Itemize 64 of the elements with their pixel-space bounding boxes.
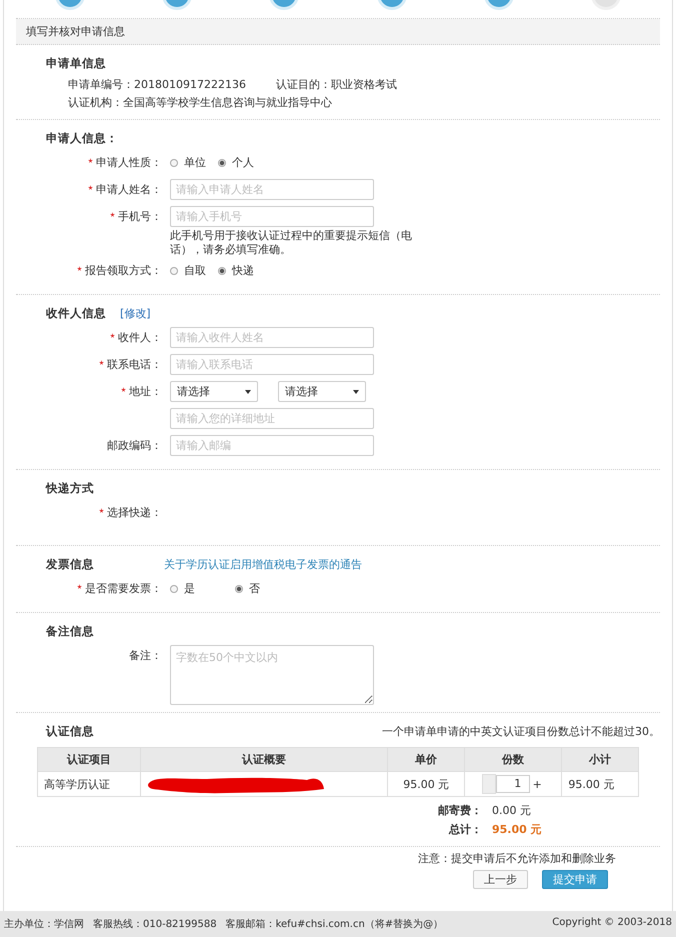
table-cell: 95.00 元 [562, 772, 638, 796]
footer-text: Copyright © 2003-2018 [552, 917, 672, 930]
hint-text: 一个申请单申请的中英文认证项目份数总计不能超过30。 [382, 724, 660, 738]
radio-option[interactable]: 快递 [218, 260, 254, 281]
footer-text: 客服邮箱：kefu#chsi.com.cn（将#替换为@） [226, 918, 444, 931]
column-header: 小计 [562, 748, 638, 772]
table-cell: 高等学历认证 [38, 772, 140, 796]
remarks-field[interactable]: 字数在50个中文以内 [170, 645, 374, 705]
section-heading: 快递方式 [46, 480, 94, 496]
field-label: 申请人姓名： [96, 182, 162, 198]
select-dropdown[interactable]: 请选择 [278, 381, 366, 402]
total-value: 0.00 元 [492, 803, 532, 818]
field-label: 是否需要发票： [85, 581, 162, 597]
total-value: 95.00 元 [492, 822, 543, 837]
radio-option[interactable]: 自取 [170, 260, 206, 281]
decrement-button[interactable] [482, 774, 496, 794]
section-heading: 申请单信息 [46, 56, 106, 70]
radio-option[interactable]: 个人 [218, 152, 254, 173]
table-cell: 95.00 元 [388, 772, 465, 796]
info-text: 认证机构：全国高等学校学生信息咨询与就业指导中心 [68, 95, 332, 111]
help-text: 此手机号用于接收认证过程中的重要提示短信（电话），请务必填写准确。 [170, 229, 413, 257]
select-dropdown[interactable]: 请选择 [170, 381, 258, 402]
column-header: 认证项目 [38, 748, 140, 772]
field-label: 邮政编码： [107, 438, 162, 454]
radio-option[interactable]: 是 [170, 578, 195, 599]
footer-text: 主办单位：学信网 [4, 918, 84, 931]
input-field[interactable]: 请输入申请人姓名 [170, 179, 374, 200]
notice-text: 注意：提交申请后不允许添加和删除业务 [418, 851, 616, 866]
field-label: 选择快递： [107, 505, 162, 521]
section-heading: 备注信息 [46, 624, 94, 638]
info-text: 申请单编号：2018010917222136 [68, 77, 246, 93]
total-label: 总计： [448, 822, 482, 837]
field-label: 备注： [129, 648, 162, 664]
field-label: 手机号： [118, 209, 162, 225]
footer-text: 客服热线：010-82199588 [93, 918, 217, 931]
field-label: 申请人性质： [96, 155, 162, 171]
field-label: 联系电话： [107, 357, 162, 373]
back-button[interactable]: 上一步 [473, 870, 528, 889]
input-field[interactable]: 请输入邮编 [170, 435, 374, 456]
info-text: 认证目的：职业资格考试 [276, 77, 397, 93]
radio-option[interactable]: 否 [235, 578, 260, 599]
caret-icon [353, 390, 359, 394]
notice-link[interactable]: 关于学历认证启用增值税电子发票的通告 [164, 556, 362, 572]
caret-icon [245, 390, 251, 394]
section-heading: 认证信息 [46, 724, 94, 738]
radio-option[interactable]: 单位 [170, 152, 206, 173]
section-heading: 发票信息 [46, 556, 94, 572]
increment-button[interactable]: + [530, 778, 544, 790]
input-field[interactable]: 请输入您的详细地址 [170, 408, 374, 429]
quantity-field[interactable]: 1 [496, 775, 530, 793]
total-label: 邮寄费： [438, 803, 482, 818]
section-heading: 申请人信息： [46, 130, 118, 146]
input-field[interactable]: 请输入手机号 [170, 206, 374, 227]
column-header: 认证概要 [140, 748, 388, 772]
edit-link[interactable]: [修改] [120, 306, 151, 320]
input-field[interactable]: 请输入收件人姓名 [170, 327, 374, 348]
field-label: 报告领取方式： [85, 263, 162, 279]
section-title-bar: 填写并核对申请信息 [16, 19, 660, 45]
column-header: 份数 [464, 748, 562, 772]
field-label: 收件人： [118, 330, 162, 346]
field-label: 地址： [129, 384, 162, 400]
input-field[interactable]: 请输入联系电话 [170, 354, 374, 375]
section-heading: 收件人信息 [46, 306, 106, 320]
column-header: 单价 [388, 748, 465, 772]
